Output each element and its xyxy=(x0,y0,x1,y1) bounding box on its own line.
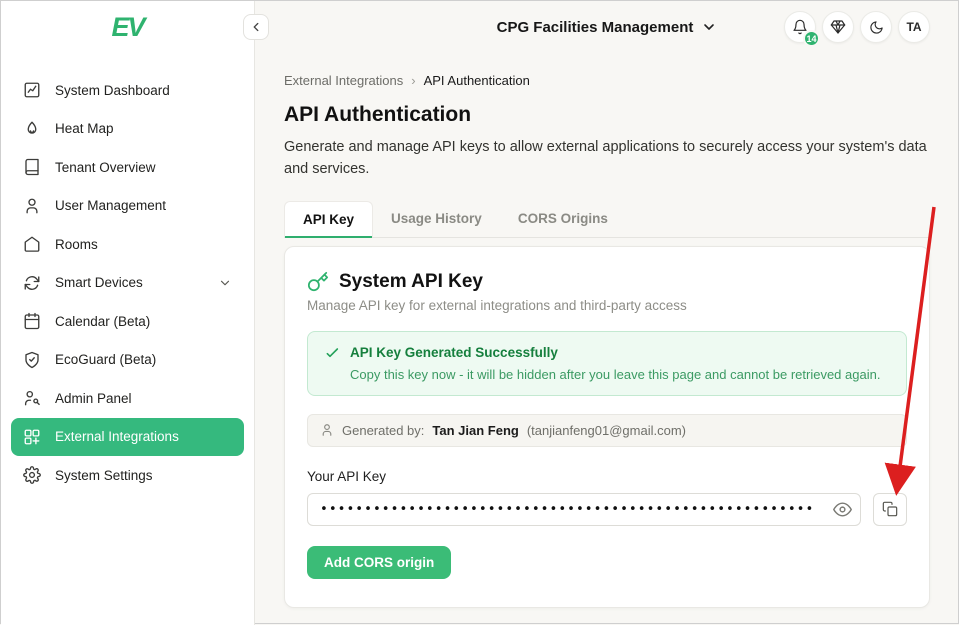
generated-by-row: Generated by: Tan Jian Feng (tanjianfeng… xyxy=(307,414,907,447)
sidebar-item-system-settings[interactable]: System Settings xyxy=(11,456,244,495)
user-icon xyxy=(23,197,41,215)
sidebar-item-system-dashboard[interactable]: System Dashboard xyxy=(11,71,244,110)
card-title-row: System API Key xyxy=(307,271,907,293)
avatar-initials: TA xyxy=(906,20,921,34)
devices-icon xyxy=(23,274,41,292)
sidebar-item-label: Calendar (Beta) xyxy=(55,314,150,329)
breadcrumb-parent[interactable]: External Integrations xyxy=(284,73,403,88)
sidebar-item-user-management[interactable]: User Management xyxy=(11,187,244,226)
sidebar-item-rooms[interactable]: Rooms xyxy=(11,225,244,264)
success-alert: API Key Generated Successfully Copy this… xyxy=(307,331,907,396)
rewards-button[interactable] xyxy=(822,11,854,43)
sidebar-menu: System Dashboard Heat Map Tenant Overvie… xyxy=(1,71,254,495)
app-logo: EV xyxy=(1,1,254,53)
copy-key-button[interactable] xyxy=(873,493,907,526)
sidebar-item-tenant-overview[interactable]: Tenant Overview xyxy=(11,148,244,187)
user-icon xyxy=(320,423,334,437)
shield-icon xyxy=(23,351,41,369)
generated-by-email: (tanjianfeng01@gmail.com) xyxy=(527,423,686,438)
generated-by-label: Generated by: xyxy=(342,423,424,438)
alert-message: Copy this key now - it will be hidden af… xyxy=(350,367,890,382)
topbar-actions: 14 TA xyxy=(784,11,930,43)
breadcrumb-current: API Authentication xyxy=(424,73,530,88)
sidebar-item-label: System Settings xyxy=(55,468,153,483)
check-icon xyxy=(324,345,340,361)
book-icon xyxy=(23,158,41,176)
org-title: CPG Facilities Management xyxy=(497,19,694,36)
sidebar-item-heat-map[interactable]: Heat Map xyxy=(11,110,244,149)
gem-icon xyxy=(830,19,846,35)
chevron-down-icon xyxy=(218,276,232,290)
dark-mode-toggle[interactable] xyxy=(860,11,892,43)
sidebar-item-label: Rooms xyxy=(55,237,98,252)
key-icon xyxy=(307,271,329,293)
notifications-button[interactable]: 14 xyxy=(784,11,816,43)
sidebar: EV System Dashboard Heat Map Tenant Over… xyxy=(1,1,255,625)
sidebar-item-admin-panel[interactable]: Admin Panel xyxy=(11,379,244,418)
sidebar-item-label: EcoGuard (Beta) xyxy=(55,352,156,367)
admin-icon xyxy=(23,389,41,407)
avatar[interactable]: TA xyxy=(898,11,930,43)
sidebar-item-label: System Dashboard xyxy=(55,83,170,98)
sidebar-item-calendar[interactable]: Calendar (Beta) xyxy=(11,302,244,341)
alert-title: API Key Generated Successfully xyxy=(350,345,558,360)
gear-icon xyxy=(23,466,41,484)
page-description: Generate and manage API keys to allow ex… xyxy=(284,136,930,181)
sidebar-item-label: Heat Map xyxy=(55,121,114,136)
topbar: CPG Facilities Management 14 TA xyxy=(256,1,958,53)
sidebar-item-label: Tenant Overview xyxy=(55,160,156,175)
breadcrumb: External Integrations › API Authenticati… xyxy=(284,73,930,88)
breadcrumb-separator: › xyxy=(411,73,415,88)
sidebar-item-smart-devices[interactable]: Smart Devices xyxy=(11,264,244,303)
api-key-label: Your API Key xyxy=(307,469,907,484)
add-cors-origin-button[interactable]: Add CORS origin xyxy=(307,546,451,579)
copy-icon xyxy=(882,501,898,517)
tab-cors-origins[interactable]: CORS Origins xyxy=(500,201,626,237)
api-key-input[interactable] xyxy=(307,493,861,526)
notification-badge: 14 xyxy=(803,30,820,47)
sidebar-item-label: User Management xyxy=(55,198,166,213)
generated-by-name: Tan Jian Feng xyxy=(432,423,518,438)
api-key-row xyxy=(307,493,907,526)
api-key-card: System API Key Manage API key for extern… xyxy=(284,246,930,608)
dashboard-icon xyxy=(23,81,41,99)
chevron-down-icon xyxy=(701,19,717,35)
card-subtitle: Manage API key for external integrations… xyxy=(307,298,907,313)
sidebar-item-label: Smart Devices xyxy=(55,275,143,290)
sidebar-item-label: Admin Panel xyxy=(55,391,132,406)
reveal-key-button[interactable] xyxy=(833,500,852,519)
moon-icon xyxy=(869,20,884,35)
home-icon xyxy=(23,235,41,253)
calendar-icon xyxy=(23,312,41,330)
card-title: System API Key xyxy=(339,271,483,293)
page-title: API Authentication xyxy=(284,103,930,127)
tab-api-key[interactable]: API Key xyxy=(284,201,373,237)
tab-usage-history[interactable]: Usage History xyxy=(373,201,500,237)
main-content: External Integrations › API Authenticati… xyxy=(256,53,958,623)
eye-icon xyxy=(833,500,852,519)
sidebar-item-external-integrations[interactable]: External Integrations xyxy=(11,418,244,457)
integrations-icon xyxy=(23,428,41,446)
sidebar-item-label: External Integrations xyxy=(55,429,179,444)
sidebar-item-ecoguard[interactable]: EcoGuard (Beta) xyxy=(11,341,244,380)
heatmap-icon xyxy=(23,120,41,138)
tab-bar: API Key Usage History CORS Origins xyxy=(284,201,930,238)
